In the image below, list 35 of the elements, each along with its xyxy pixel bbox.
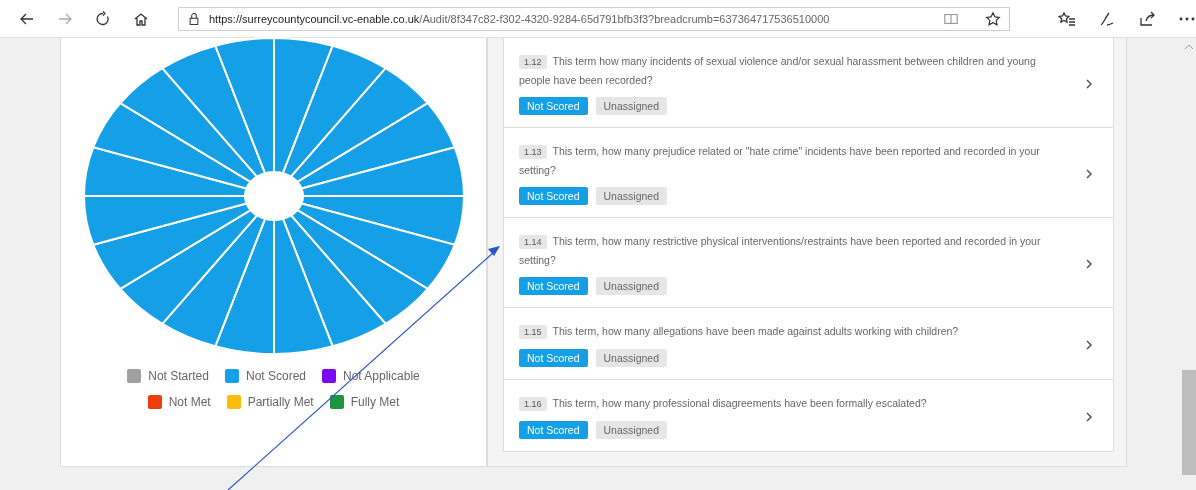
- refresh-icon[interactable]: [94, 9, 112, 28]
- assignee-badge: Unassigned: [595, 277, 667, 295]
- question-text: 1.16 This term, how many professional disagreements have been formally escalated?: [519, 394, 1041, 413]
- question-card[interactable]: 1.13 This term, how many prejudice related or "hate crime" incidents have been reported and recorded in your setting? Not Scored Unassigned: [503, 128, 1114, 218]
- chevron-right-icon[interactable]: [1085, 168, 1093, 179]
- question-text: 1.12 This term how many incidents of sexual violence and/or sexual harassment between children and young people have been recorded?: [519, 54, 1037, 88]
- question-text: 1.15 This term, how many allegations have been made against adults working with children?: [519, 322, 1041, 341]
- assignee-badge: Unassigned: [595, 187, 667, 205]
- question-text: 1.14 This term, how many restrictive physical interventions/restraints have been reported and recorded in your setting?: [519, 234, 1041, 268]
- question-card[interactable]: 1.12 This term how many incidents of sexual violence and/or sexual harassment between children and young people have been recorded? Not Scored Unassigned: [503, 38, 1114, 128]
- share-icon[interactable]: [1138, 9, 1156, 28]
- chevron-right-icon[interactable]: [1085, 258, 1093, 269]
- chevron-right-icon[interactable]: [1085, 411, 1093, 422]
- assignee-badge: Unassigned: [595, 349, 667, 367]
- legend-label: Partially Met: [247, 395, 314, 409]
- assignee-badge: Unassigned: [595, 97, 667, 115]
- legend-label: Not Scored: [245, 369, 306, 383]
- legend-label: Not Met: [168, 395, 211, 409]
- status-badge: Not Scored: [519, 97, 588, 115]
- star-icon[interactable]: [985, 10, 1001, 27]
- status-badge: Not Scored: [519, 349, 588, 367]
- question-card[interactable]: 1.16 This term, how many professional disagreements have been formally escalated? Not Scored Unassigned: [503, 380, 1114, 452]
- question-text: 1.13 This term, how many prejudice related or "hate crime" incidents have been reported and recorded in your setting?: [519, 144, 1041, 178]
- chevron-right-icon[interactable]: [1085, 339, 1093, 350]
- status-badge: Not Scored: [519, 421, 588, 439]
- question-card[interactable]: 1.14 This term, how many restrictive physical interventions/restraints have been reported and recorded in your setting? Not Scored Unassigned: [503, 218, 1114, 308]
- scrollbar-thumb[interactable]: [1182, 370, 1196, 475]
- status-badge: Not Scored: [519, 187, 588, 205]
- chevron-right-icon[interactable]: [1085, 78, 1093, 89]
- question-card[interactable]: 1.15 This term, how many allegations have been made against adults working with children? Not Scored Unassigned: [503, 308, 1114, 380]
- legend-label: Not Started: [148, 369, 209, 383]
- legend-label: Fully Met: [350, 395, 400, 409]
- lock-icon[interactable]: [187, 11, 201, 26]
- status-badge: Not Scored: [519, 277, 588, 295]
- assignee-badge: Unassigned: [595, 421, 667, 439]
